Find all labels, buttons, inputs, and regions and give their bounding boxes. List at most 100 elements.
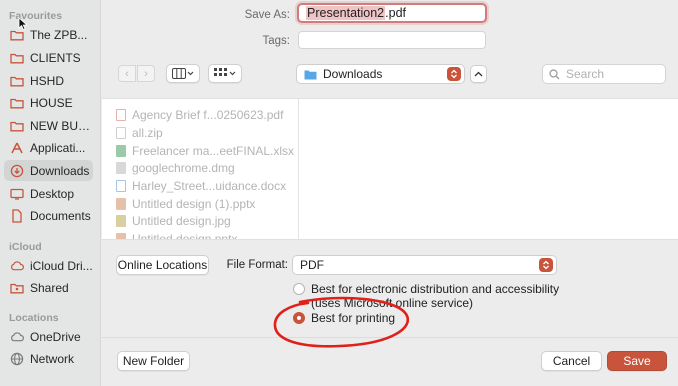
file-item[interactable]: Agency Brief f...0250623.pdf [116,108,283,122]
dmg-icon [116,162,126,174]
sidebar-item-icloud-drive[interactable]: iCloud Dri... [4,255,93,276]
locations-heading: Locations [9,312,59,324]
save-button[interactable]: Save [607,351,667,371]
mouse-pointer-icon [18,17,28,31]
sidebar-item-label: Shared [30,280,69,295]
zip-icon [116,127,126,139]
sidebar-item-desktop[interactable]: Desktop [4,183,93,204]
sidebar-item-label: Applicati... [30,140,86,155]
annotation-circle-icon [273,296,409,348]
tags-label: Tags: [262,35,291,47]
file-format-dropdown[interactable]: PDF [292,255,557,275]
desktop-icon [10,187,24,201]
word-icon [116,180,126,192]
chevron-right-icon: › [144,67,148,80]
stepper-icon [447,67,461,81]
sidebar-item-label: CLIENTS [30,50,81,65]
search-field[interactable]: Search [542,64,666,84]
file-name: Harley_Street...uidance.docx [132,179,287,193]
view-mode-button[interactable] [166,64,200,83]
sidebar-item-label: NEW BUS... [30,118,93,133]
sidebar-item-shared[interactable]: Shared [4,277,93,298]
sidebar-item-label: The ZPB... [30,27,88,42]
file-name: Untitled design (1).pptx [132,197,256,211]
chevron-up-icon [474,71,483,77]
cloud-icon [10,259,24,273]
back-button[interactable]: ‹ [118,65,136,82]
option-label: Best for electronic distribution and acc… [311,282,560,296]
sidebar-item-applications[interactable]: Applicati... [4,137,93,158]
collapse-button[interactable] [470,65,487,83]
file-format-selected: PDF [300,258,324,272]
sidebar-item-hshd[interactable]: HSHD [4,70,93,91]
file-item[interactable]: Freelancer ma...eetFINAL.xlsx [116,144,294,158]
sidebar-item-label: HOUSE [30,95,73,110]
sidebar-item-label: Network [30,351,75,366]
folder-icon [304,70,317,79]
columns-view-icon [172,68,194,79]
file-item[interactable]: googlechrome.dmg [116,161,235,175]
file-item[interactable]: Untitled design (1).pptx [116,197,255,211]
sidebar: Favourites The ZPB... CLIENTS HSHD HOUSE… [0,0,101,386]
globe-icon [10,352,24,366]
sidebar-item-documents[interactable]: Documents [4,205,93,226]
file-item[interactable]: Untitled design.pptx [116,232,238,240]
file-name: all.zip [132,126,163,140]
sidebar-item-clients[interactable]: CLIENTS [4,47,93,68]
file-name: Untitled design.jpg [132,214,231,228]
downloads-icon [10,164,24,178]
file-item[interactable]: Harley_Street...uidance.docx [116,179,286,193]
sidebar-item-label: iCloud Dri... [30,258,93,273]
image-icon [116,215,126,227]
shared-folder-icon [10,281,24,295]
powerpoint-icon [116,233,126,239]
search-icon [549,68,560,79]
save-as-label: Save As: [244,9,290,21]
pdf-icon [116,109,126,121]
powerpoint-icon [116,198,126,210]
stepper-icon [539,258,553,272]
forward-button[interactable]: › [137,65,155,82]
file-name: Freelancer ma...eetFINAL.xlsx [132,144,295,158]
folder-icon [10,74,24,88]
folder-icon [10,96,24,110]
column-divider[interactable] [298,99,299,239]
cancel-button[interactable]: Cancel [541,351,602,371]
sidebar-item-label: Documents [30,208,91,223]
file-item[interactable]: all.zip [116,126,163,140]
sidebar-item-label: Downloads [30,163,90,178]
file-browser: Agency Brief f...0250623.pdf all.zip Fre… [102,98,678,240]
folder-icon [10,51,24,65]
location-selected: Downloads [323,67,383,81]
online-locations-button[interactable]: Online Locations [116,255,209,275]
save-dialog-main: Save As: Presentation2 .pdf Tags: ‹ › Dow… [102,0,678,386]
sidebar-item-label: HSHD [30,73,65,88]
sidebar-item-onedrive[interactable]: OneDrive [4,326,93,347]
applications-icon [10,141,24,155]
icloud-heading: iCloud [9,241,42,253]
new-folder-button[interactable]: New Folder [117,351,190,371]
filename-extension-text: .pdf [385,6,406,20]
file-item[interactable]: Untitled design.jpg [116,214,231,228]
group-button[interactable] [208,64,242,83]
sidebar-item-downloads[interactable]: Downloads [4,160,93,181]
file-name: googlechrome.dmg [132,161,235,175]
favourites-heading: Favourites [9,10,63,22]
sidebar-item-new-bus[interactable]: NEW BUS... [4,115,93,136]
location-dropdown[interactable]: Downloads [296,64,465,84]
sidebar-item-label: OneDrive [30,329,81,344]
sidebar-item-house[interactable]: HOUSE [4,92,93,113]
chevron-left-icon: ‹ [125,67,129,80]
file-name: Untitled design.pptx [132,232,238,240]
folder-icon [10,119,24,133]
document-icon [10,208,24,223]
sidebar-item-network[interactable]: Network [4,348,93,369]
grid-icon [214,68,236,76]
file-format-label: File Format: [226,259,288,271]
search-placeholder: Search [566,67,605,81]
radio-button[interactable] [293,283,305,295]
save-as-input[interactable]: Presentation2 .pdf [297,3,487,23]
cloud-icon [10,330,24,344]
excel-icon [116,145,126,157]
tags-input[interactable] [298,31,486,49]
